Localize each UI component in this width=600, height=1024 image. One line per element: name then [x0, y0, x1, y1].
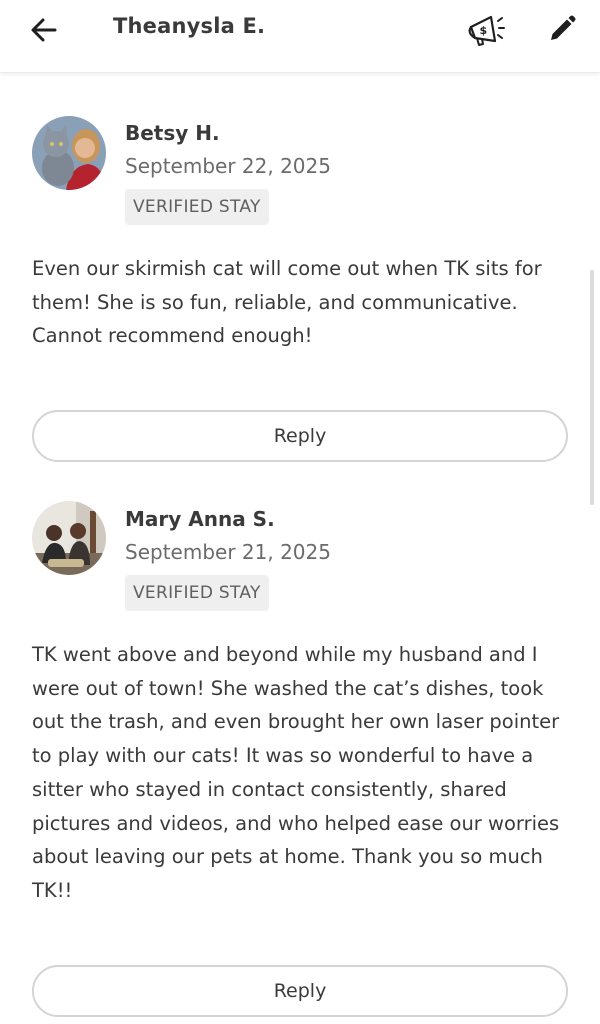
avatar — [32, 501, 106, 575]
reply-button[interactable]: Reply — [32, 410, 568, 462]
svg-text:$: $ — [480, 24, 488, 37]
promote-button[interactable]: $ — [462, 8, 510, 52]
avatar — [32, 116, 106, 190]
pencil-icon — [551, 15, 576, 40]
review-text: Even our skirmish cat will come out when… — [32, 257, 542, 348]
reviewer-name: Betsy H. — [125, 121, 220, 145]
scrollbar[interactable] — [590, 270, 594, 505]
review-screen: Theanysla E. $ Betsy H. September 22, 20… — [0, 0, 600, 1024]
arrow-left-icon — [31, 18, 57, 42]
verified-stay-badge: VERIFIED STAY — [125, 189, 269, 225]
review-date: September 22, 2025 — [125, 154, 331, 178]
review-text: TK went above and beyond while my husban… — [32, 643, 560, 902]
reply-button[interactable]: Reply — [32, 965, 568, 1017]
review-date: September 21, 2025 — [125, 540, 331, 564]
reviewer-name: Mary Anna S. — [125, 507, 275, 531]
verified-stay-badge: VERIFIED STAY — [125, 575, 269, 611]
page-title: Theanysla E. — [113, 14, 266, 38]
back-button[interactable] — [24, 10, 64, 50]
megaphone-dollar-icon: $ — [468, 15, 505, 46]
top-app-bar: Theanysla E. $ — [0, 0, 600, 73]
edit-button[interactable] — [540, 9, 584, 49]
